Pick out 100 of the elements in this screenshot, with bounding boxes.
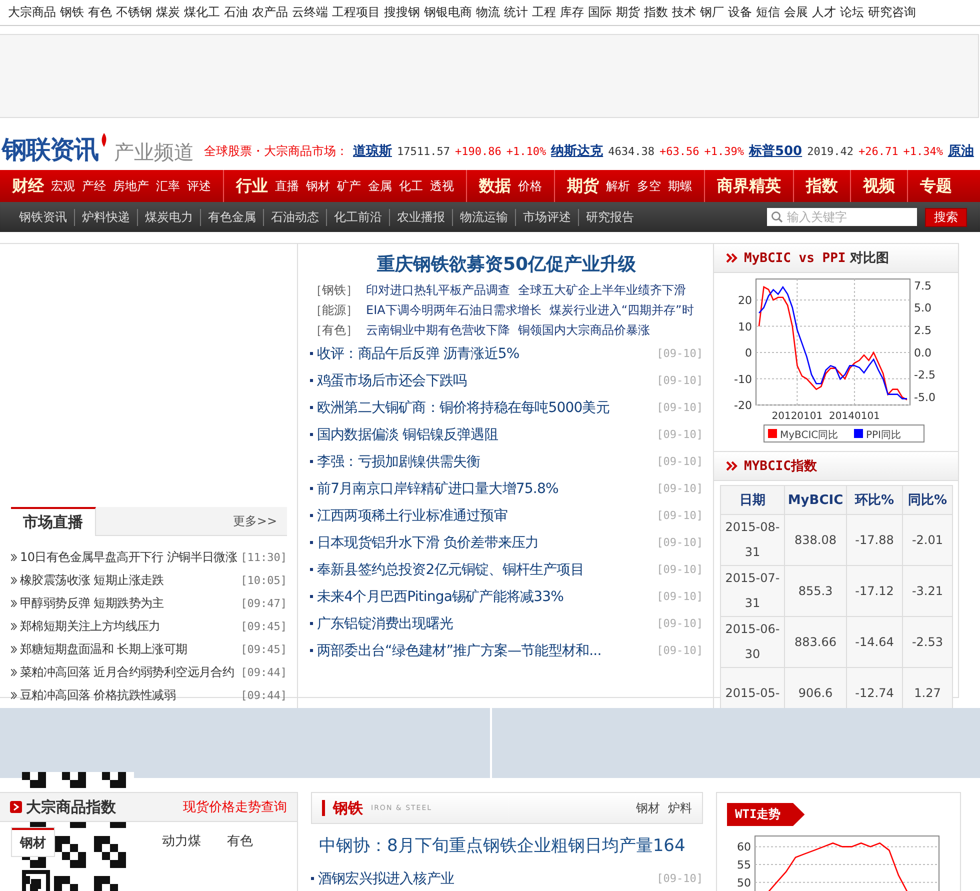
headline-link[interactable]: 重庆钢铁欲募资50亿促产业升级	[310, 252, 703, 276]
top-nav-link[interactable]: 期货	[616, 4, 640, 25]
news-link[interactable]: 日本现货铝升水下滑 负价差带来压力	[317, 534, 539, 552]
sub-nav-link[interactable]: 有色金属	[201, 208, 264, 226]
top-nav-link[interactable]: 煤化工	[184, 4, 220, 25]
sub-nav-link[interactable]: 研究报告	[579, 208, 641, 226]
top-nav-link[interactable]: 技术	[672, 4, 696, 25]
top-nav-link[interactable]: 钢银电商	[424, 4, 472, 25]
main-nav-sublink[interactable]: 钢材	[306, 178, 330, 194]
main-nav-link[interactable]: 视频	[863, 176, 895, 196]
section-tab[interactable]: 市场直播	[11, 507, 96, 536]
top-nav-link[interactable]: 国际	[588, 4, 612, 25]
sub-nav-link[interactable]: 炉料快递	[75, 208, 138, 226]
news-link[interactable]: 广东铝锭消费出现曙光	[317, 614, 454, 632]
top-nav-link[interactable]: 会展	[784, 4, 808, 25]
news-link[interactable]: 酒钢宏兴拟进入核产业	[318, 870, 454, 888]
news-link[interactable]: 菜粕冲高回落 近月合约弱势利空远月合约	[20, 664, 234, 681]
news-link[interactable]: 奉新县签约总投资2亿元铜锭、铜杆生产项目	[317, 560, 584, 578]
search-button[interactable]: 搜索	[925, 208, 967, 226]
main-nav-sublink[interactable]: 解析	[606, 178, 630, 194]
news-link[interactable]: 10日有色金属早盘高开下行 沪铜半日微涨	[20, 549, 238, 566]
news-link[interactable]: 收评：商品午后反弹 沥青涨近5%	[317, 344, 520, 362]
top-nav-link[interactable]: 研究咨询	[868, 4, 916, 25]
news-link[interactable]: 欧洲第二大铜矿商：铜价将持稳在每吨5000美元	[317, 398, 610, 416]
news-link[interactable]: 郑糖短期盘面温和 长期上涨可期	[20, 641, 188, 658]
sub-nav-link[interactable]: 钢铁资讯	[12, 208, 75, 226]
headline-link[interactable]: 中钢协：8月下旬重点钢铁企业粗钢日均产量164	[319, 834, 703, 857]
top-nav-link[interactable]: 有色	[88, 4, 112, 25]
main-nav-sublink[interactable]: 化工	[399, 178, 423, 194]
main-nav-sublink[interactable]: 产经	[82, 178, 106, 194]
top-nav-link[interactable]: 统计	[504, 4, 528, 25]
tab[interactable]: 动力煤	[154, 828, 209, 856]
main-nav-sublink[interactable]: 评述	[187, 178, 211, 194]
main-nav-sublink[interactable]: 汇率	[156, 178, 180, 194]
news-link[interactable]: 两部委出台“绿色建材”推广方案—节能型材和...	[317, 642, 602, 660]
index-link[interactable]: 纳斯达克	[551, 142, 604, 160]
index-link[interactable]: 标普500	[748, 142, 802, 160]
main-nav-sublink[interactable]: 直播	[275, 178, 299, 194]
top-nav-link[interactable]: 不锈钢	[116, 4, 152, 25]
main-nav-sublink[interactable]: 期螺	[668, 178, 692, 194]
news-link[interactable]: 未来4个月巴西Pitinga锡矿产能将减33%	[317, 588, 564, 606]
main-nav-link[interactable]: 数据	[479, 176, 511, 196]
topic-link[interactable]: 云南铜业中期有色营收下降	[366, 322, 510, 338]
top-nav-link[interactable]: 工程	[532, 4, 556, 25]
news-link[interactable]: 国内数据偏淡 铜铝镍反弹遇阻	[317, 426, 498, 444]
main-nav-sublink[interactable]: 房地产	[113, 178, 149, 194]
search-field[interactable]: 输入关键字	[767, 208, 917, 226]
brand-logo[interactable]: 钢联资讯	[2, 133, 98, 166]
section-link[interactable]: 钢材	[636, 800, 660, 816]
main-nav-link[interactable]: 指数	[806, 176, 838, 196]
top-nav-link[interactable]: 短信	[756, 4, 780, 25]
topic-link[interactable]: EIA下调今明两年石油日需求增长	[366, 302, 542, 318]
main-nav-link[interactable]: 商界精英	[717, 176, 781, 196]
price-trend-link[interactable]: 现货价格走势查询	[183, 798, 287, 816]
top-nav-link[interactable]: 物流	[476, 4, 500, 25]
sub-nav-link[interactable]: 物流运输	[453, 208, 516, 226]
main-nav-sublink[interactable]: 多空	[637, 178, 661, 194]
sub-nav-link[interactable]: 煤炭电力	[138, 208, 201, 226]
sub-nav-link[interactable]: 石油动态	[264, 208, 327, 226]
sub-nav-link[interactable]: 农业播报	[390, 208, 453, 226]
main-nav-sublink[interactable]: 价格	[518, 178, 542, 194]
top-nav-link[interactable]: 库存	[560, 4, 584, 25]
top-nav-link[interactable]: 农产品	[252, 4, 288, 25]
news-link[interactable]: 鸡蛋市场后市还会下跌吗	[317, 372, 467, 390]
top-nav-link[interactable]: 钢铁	[60, 4, 84, 25]
index-link[interactable]: 原油	[948, 142, 974, 160]
topic-link[interactable]: 煤炭行业进入“四期并存”时	[549, 302, 694, 318]
main-nav-sublink[interactable]: 矿产	[337, 178, 361, 194]
main-nav-link[interactable]: 期货	[567, 176, 599, 196]
news-link[interactable]: 郑棉短期关注上方均线压力	[20, 618, 160, 635]
top-nav-link[interactable]: 云终端	[292, 4, 328, 25]
top-nav-link[interactable]: 搜搜钢	[384, 4, 420, 25]
main-nav-link[interactable]: 专题	[920, 176, 952, 196]
section-link[interactable]: 炉料	[668, 800, 692, 816]
top-nav-link[interactable]: 工程项目	[332, 4, 380, 25]
main-nav-sublink[interactable]: 宏观	[51, 178, 75, 194]
topic-link[interactable]: 印对进口热轧平板产品调查	[366, 282, 510, 298]
news-link[interactable]: 前7月南京口岸锌精矿进口量大增75.8%	[317, 480, 558, 498]
news-link[interactable]: 李强：亏损加剧镍供需失衡	[317, 452, 480, 470]
topic-link[interactable]: 铜领国内大宗商品价暴涨	[518, 322, 650, 338]
top-nav-link[interactable]: 指数	[644, 4, 668, 25]
top-nav-link[interactable]: 设备	[728, 4, 752, 25]
main-nav-sublink[interactable]: 透视	[430, 178, 454, 194]
news-link[interactable]: 豆粕冲高回落 价格抗跌性减弱	[20, 687, 176, 704]
top-nav-link[interactable]: 论坛	[840, 4, 864, 25]
top-nav-link[interactable]: 大宗商品	[8, 4, 56, 25]
sub-nav-link[interactable]: 市场评述	[516, 208, 579, 226]
top-nav-link[interactable]: 钢厂	[700, 4, 724, 25]
top-nav-link[interactable]: 煤炭	[156, 4, 180, 25]
news-link[interactable]: 甲醇弱势反弹 短期跌势为主	[20, 595, 164, 612]
topic-link[interactable]: 全球五大矿企上半年业绩齐下滑	[518, 282, 686, 298]
top-nav-link[interactable]: 石油	[224, 4, 248, 25]
news-link[interactable]: 橡胶震荡收涨 短期止涨走跌	[20, 572, 164, 589]
main-nav-link[interactable]: 行业	[236, 176, 268, 196]
news-link[interactable]: 江西两项稀土行业标准通过预审	[317, 506, 508, 524]
main-nav-sublink[interactable]: 金属	[368, 178, 392, 194]
tab[interactable]: 有色	[219, 828, 261, 856]
main-nav-link[interactable]: 财经	[12, 176, 44, 196]
top-nav-link[interactable]: 人才	[812, 4, 836, 25]
tab[interactable]: 钢材	[12, 828, 54, 856]
